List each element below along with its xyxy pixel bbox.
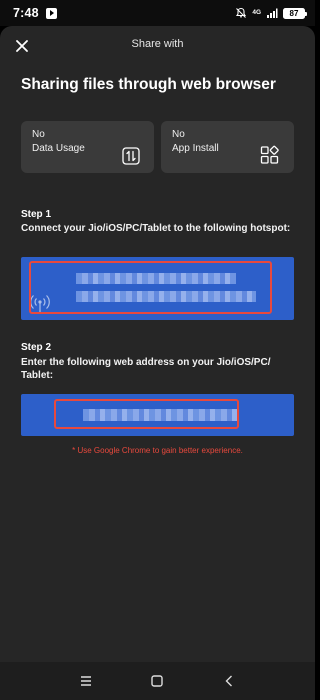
feature-line1: No [172, 129, 185, 140]
share-sheet: Share with Sharing files through web bro… [0, 26, 315, 662]
step1-label: Step 1 [21, 209, 52, 220]
battery-indicator: 87 [283, 7, 307, 19]
mute-bell-icon [236, 7, 247, 18]
chrome-note: * Use Google Chrome to gain better exper… [72, 446, 243, 455]
status-icons: 4G 87 [235, 7, 307, 19]
home-button[interactable] [145, 669, 169, 693]
status-time: 7:48 [13, 6, 39, 20]
step2-label: Step 2 [21, 342, 52, 353]
step1-description: Connect your Jio/iOS/PC/Tablet to the fo… [21, 223, 291, 234]
feature-card-no-app-install: No App Install [161, 121, 294, 173]
system-nav-bar [0, 662, 315, 700]
network-type: 4G [252, 9, 261, 16]
signal-icon [267, 8, 278, 18]
menu-icon [80, 676, 91, 686]
back-chevron-icon [225, 675, 233, 687]
feature-line1: No [32, 129, 45, 140]
step2-description: Enter the following web address on your … [21, 357, 271, 381]
apps-grid-icon [260, 145, 279, 164]
address-highlight [54, 399, 239, 429]
data-transfer-icon [122, 147, 140, 165]
feature-card-no-data-usage: No Data Usage [21, 121, 154, 173]
recents-button[interactable] [74, 669, 98, 693]
hotspot-highlight [29, 261, 272, 314]
sheet-title: Share with [131, 38, 184, 50]
back-button[interactable] [217, 669, 241, 693]
youtube-notification-icon [45, 7, 57, 19]
page-headline: Sharing files through web browser [21, 76, 276, 93]
home-square-icon [151, 675, 164, 687]
status-bar: 7:48 4G 87 [0, 0, 315, 26]
